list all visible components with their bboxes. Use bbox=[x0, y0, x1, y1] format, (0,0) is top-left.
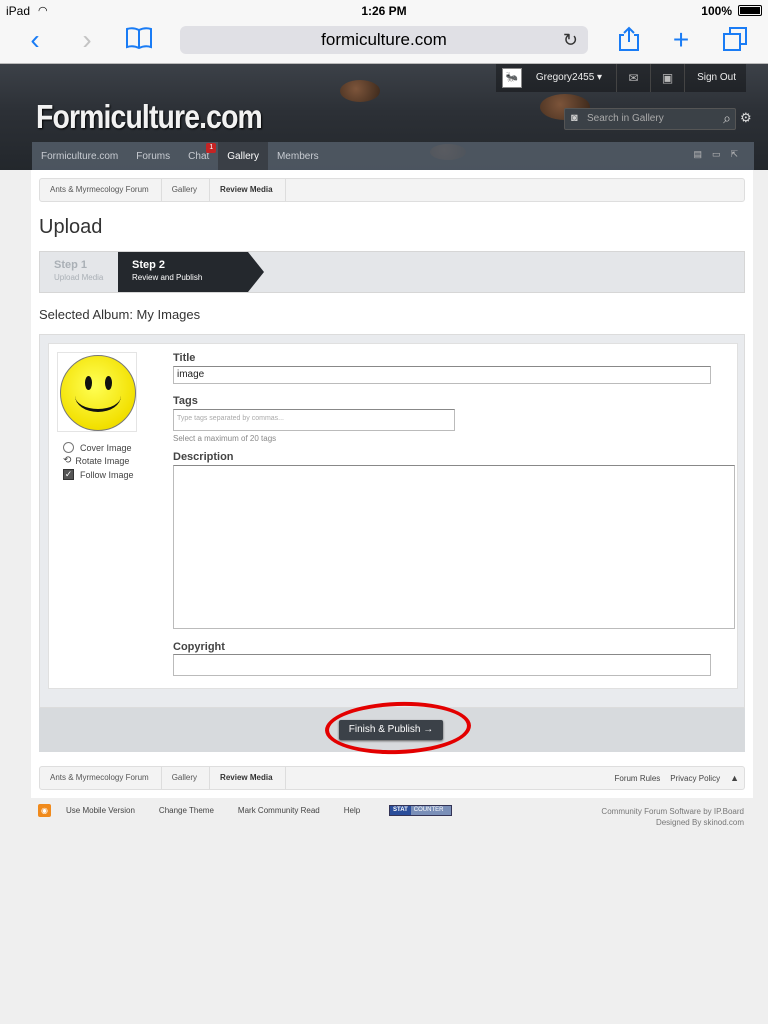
back-to-top-icon[interactable]: ▲ bbox=[725, 773, 744, 783]
browser-toolbar: ‹ › formiculture.com ↻ + bbox=[0, 22, 768, 64]
breadcrumb-gallery[interactable]: Gallery bbox=[162, 179, 211, 201]
stat-label: STAT bbox=[390, 806, 411, 815]
image-thumbnail[interactable] bbox=[57, 352, 137, 432]
step-2-number: Step 2 bbox=[132, 259, 166, 271]
privacy-policy-link[interactable]: Privacy Policy bbox=[665, 774, 725, 783]
follow-image-checkbox[interactable]: ✓ bbox=[63, 469, 74, 480]
footer-links: Use Mobile Version Change Theme Mark Com… bbox=[66, 806, 384, 815]
forum-rules-link[interactable]: Forum Rules bbox=[609, 774, 665, 783]
bottom-links: Forum Rules Privacy Policy ▲ bbox=[609, 773, 744, 783]
battery-percent: 100% bbox=[701, 4, 732, 18]
address-bar[interactable]: formiculture.com ↻ bbox=[180, 26, 588, 54]
nav-forums[interactable]: Forums bbox=[127, 142, 179, 170]
change-theme-link[interactable]: Change Theme bbox=[159, 806, 214, 815]
step-2-desc: Review and Publish bbox=[132, 273, 203, 282]
cover-image-label: Cover Image bbox=[80, 442, 132, 453]
red-annotation-circle bbox=[324, 699, 472, 757]
main-content: Ants & Myrmecology Forum Gallery Review … bbox=[31, 170, 753, 798]
breadcrumb-forum[interactable]: Ants & Myrmecology Forum bbox=[40, 179, 162, 201]
gear-icon[interactable]: ⚙ bbox=[740, 110, 752, 126]
nav-chat[interactable]: Chat 1 bbox=[179, 142, 218, 170]
username-menu[interactable]: Gregory2455 ▾ bbox=[536, 64, 618, 92]
tabs-icon[interactable] bbox=[718, 26, 752, 56]
copyright-label: Copyright bbox=[173, 641, 225, 653]
copyright-input[interactable] bbox=[173, 654, 711, 676]
status-bar: iPad ◠ 1:26 PM 100% bbox=[0, 0, 768, 22]
step-1-number: Step 1 bbox=[54, 259, 88, 271]
rotate-image-label: Rotate Image bbox=[75, 455, 130, 466]
help-link[interactable]: Help bbox=[344, 806, 360, 815]
smiley-mouth bbox=[75, 380, 121, 412]
statcounter-badge[interactable]: STAT COUNTER bbox=[389, 805, 452, 816]
sign-out-link[interactable]: Sign Out bbox=[685, 64, 746, 92]
user-bar: 🐜 Gregory2455 ▾ ✉ ▣ Sign Out bbox=[495, 64, 746, 92]
chat-count-badge: 1 bbox=[206, 143, 217, 153]
description-textarea[interactable] bbox=[173, 465, 735, 629]
media-edit-area: Cover Image ⟲ Rotate Image ✓ Follow Imag… bbox=[39, 334, 745, 708]
rotate-icon[interactable]: ⟲ bbox=[63, 455, 71, 466]
upload-steps: Step 1 Upload Media Step 2 Review and Pu… bbox=[39, 251, 745, 293]
title-input[interactable]: image bbox=[173, 366, 711, 384]
nav-gallery[interactable]: Gallery bbox=[218, 142, 268, 170]
breadcrumb-forum[interactable]: Ants & Myrmecology Forum bbox=[40, 767, 162, 789]
battery-icon bbox=[738, 5, 762, 16]
breadcrumb-bottom: Ants & Myrmecology Forum Gallery Review … bbox=[39, 766, 745, 790]
rotate-image-option[interactable]: ⟲ Rotate Image bbox=[63, 455, 129, 466]
selected-album: Selected Album: My Images bbox=[39, 307, 201, 322]
reload-icon[interactable]: ↻ bbox=[563, 26, 578, 54]
step-2: Step 2 Review and Publish bbox=[118, 252, 264, 292]
media-edit-card: Cover Image ⟲ Rotate Image ✓ Follow Imag… bbox=[48, 343, 738, 689]
smiley-image bbox=[60, 355, 136, 431]
page-title: Upload bbox=[39, 216, 103, 238]
search-placeholder: Search in Gallery bbox=[587, 113, 664, 124]
clock: 1:26 PM bbox=[361, 4, 407, 18]
search-input[interactable]: ◙ Search in Gallery ⌕ bbox=[564, 108, 736, 130]
mark-read-link[interactable]: Mark Community Read bbox=[238, 806, 320, 815]
back-icon[interactable]: ‹ bbox=[18, 26, 52, 56]
follow-image-option[interactable]: ✓ Follow Image bbox=[63, 469, 134, 480]
url-text: formiculture.com bbox=[321, 30, 447, 49]
counter-label: COUNTER bbox=[410, 806, 451, 815]
nav-formiculture[interactable]: Formiculture.com bbox=[32, 142, 127, 170]
avatar[interactable]: 🐜 bbox=[501, 68, 522, 88]
site-logo[interactable]: Formiculture.com bbox=[36, 98, 263, 136]
submit-bar: Finish & Publish → bbox=[39, 699, 745, 757]
main-nav: Formiculture.com Forums Chat 1 Gallery M… bbox=[32, 142, 754, 170]
breadcrumb-review-media[interactable]: Review Media bbox=[210, 179, 286, 201]
breadcrumb-review-media[interactable]: Review Media bbox=[210, 767, 286, 789]
forward-icon[interactable]: › bbox=[70, 26, 104, 56]
search-icon[interactable]: ⌕ bbox=[723, 110, 731, 127]
title-value: image bbox=[177, 369, 205, 380]
notifications-icon[interactable]: ▣ bbox=[651, 64, 686, 92]
footer-credit: Community Forum Software by IP.Board Des… bbox=[601, 806, 744, 828]
step-1: Step 1 Upload Media bbox=[40, 252, 118, 292]
breadcrumb: Ants & Myrmecology Forum Gallery Review … bbox=[39, 178, 745, 202]
camera-icon: ◙ bbox=[571, 112, 578, 124]
credit-software[interactable]: Community Forum Software by IP.Board bbox=[601, 806, 744, 817]
breadcrumb-gallery[interactable]: Gallery bbox=[162, 767, 211, 789]
nav-tool-icons[interactable]: ▤▭⇱ bbox=[693, 149, 748, 160]
description-label: Description bbox=[173, 451, 234, 463]
tags-hint: Select a maximum of 20 tags bbox=[173, 434, 277, 443]
credit-design[interactable]: Designed By skinod.com bbox=[601, 817, 744, 828]
header-ant-image bbox=[340, 80, 380, 102]
bookmarks-icon[interactable] bbox=[122, 26, 156, 56]
nav-members[interactable]: Members bbox=[268, 142, 328, 170]
title-label: Title bbox=[173, 352, 196, 364]
new-tab-icon[interactable]: + bbox=[664, 26, 698, 56]
page-footer: ◉ Use Mobile Version Change Theme Mark C… bbox=[38, 804, 744, 828]
mobile-version-link[interactable]: Use Mobile Version bbox=[66, 806, 135, 815]
tags-label: Tags bbox=[173, 395, 198, 407]
step-1-desc: Upload Media bbox=[54, 273, 104, 282]
share-icon[interactable] bbox=[612, 26, 646, 56]
messages-icon[interactable]: ✉ bbox=[617, 64, 652, 92]
cover-image-radio[interactable] bbox=[63, 442, 74, 453]
follow-image-label: Follow Image bbox=[80, 469, 134, 480]
cover-image-option[interactable]: Cover Image bbox=[63, 442, 132, 453]
tags-input[interactable]: Type tags separated by commas... bbox=[173, 409, 455, 431]
tags-placeholder: Type tags separated by commas... bbox=[177, 415, 284, 422]
rss-icon[interactable]: ◉ bbox=[38, 804, 51, 817]
